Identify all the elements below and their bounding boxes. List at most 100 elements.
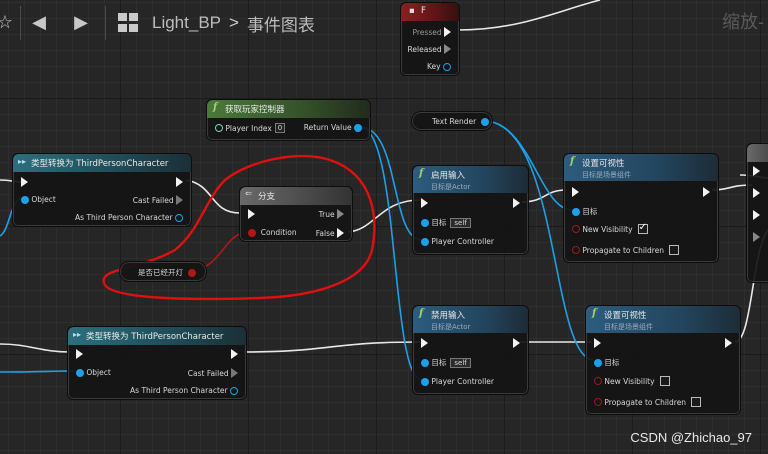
exec-pin-icon[interactable] [572,187,579,197]
get-player-controller-node[interactable]: f 获取玩家控制器 Player Index 0 Return Value [206,99,371,141]
bool-pin-icon[interactable] [594,398,602,406]
new-visibility-checkbox[interactable] [637,222,648,234]
exec-in-pin[interactable] [76,349,83,359]
int-pin-icon[interactable] [215,124,223,132]
exec-in-pin[interactable] [421,198,428,208]
bool-pin-icon[interactable] [248,228,256,237]
object-pin[interactable]: Object [76,368,111,377]
exec-in-pin[interactable] [753,210,760,220]
exec-in-pin[interactable] [572,187,579,197]
propagate-pin[interactable]: Propagate to Children [572,245,680,255]
branch-node[interactable]: ⇐ 分支 True Condition False [239,186,353,242]
exec-pin-icon[interactable] [753,188,760,198]
bool-pin-icon[interactable] [187,268,196,277]
exec-pin-icon[interactable] [753,210,760,220]
enable-input-node[interactable]: f 启用输入 目标是Actor 目标 self Player Controller [412,165,529,255]
arrow-left-icon[interactable]: ◀ [24,8,54,38]
exec-pin-icon[interactable] [753,232,760,242]
exec-out-pin[interactable] [513,198,520,208]
exec-pin-icon[interactable] [76,349,83,359]
exec-pin-icon[interactable] [513,338,520,348]
target-pin[interactable]: 目标 [594,357,619,368]
player-controller-pin[interactable]: Player Controller [421,237,494,246]
exec-pin-icon[interactable] [444,27,451,37]
new-visibility-pin[interactable]: New Visibility [594,376,670,386]
exec-pin-icon[interactable] [703,187,710,197]
self-input[interactable]: self [450,217,471,228]
exec-pin-icon[interactable] [594,338,601,348]
blueprint-graph-canvas[interactable]: ☆ ◀ ▶ Light_BP > 事件图表 缩放- ▪ F Pressed Re… [0,0,768,454]
target-pin[interactable]: 目标 [572,206,597,217]
player-index-pin[interactable]: Player Index 0 [215,123,286,133]
star-icon[interactable]: ☆ [0,8,20,38]
self-input[interactable]: self [450,357,471,368]
exec-out-pin[interactable] [725,338,732,348]
object-pin-icon[interactable] [421,237,429,246]
exec-pin-icon[interactable] [444,44,451,54]
exec-pin-icon[interactable] [176,195,183,205]
object-pin-icon[interactable] [230,386,238,395]
bool-pin-icon[interactable] [594,377,602,385]
exec-pin-icon[interactable] [231,349,238,359]
exec-pin-icon[interactable] [176,177,183,187]
exec-in-pin[interactable] [753,188,760,198]
cast-to-third-person-node-1[interactable]: ▸▸ 类型转换为 ThirdPersonCharacter Object Cas… [12,153,192,227]
object-pin-icon[interactable] [594,358,602,367]
exec-out-pin[interactable] [703,187,710,197]
released-pin[interactable]: Released [408,44,451,54]
as-character-pin[interactable]: As Third Person Character [75,213,183,222]
object-pin-icon[interactable] [421,377,429,386]
exec-pin-icon[interactable] [337,228,344,238]
object-pin-icon[interactable] [421,358,429,367]
object-pin-icon[interactable] [76,368,84,377]
bool-pin-icon[interactable] [572,246,580,254]
object-pin[interactable]: Object [21,195,56,204]
exec-pin-icon[interactable] [513,198,520,208]
object-pin-icon[interactable] [354,123,362,132]
pressed-pin[interactable]: Pressed [412,27,451,37]
exec-out-pin[interactable] [231,349,238,359]
set-visibility-node-2[interactable]: f 设置可视性 目标是场景组件 目标 New Visibility Propag… [585,305,741,415]
new-visibility-checkbox[interactable] [659,376,670,386]
exec-pin-icon[interactable] [421,338,428,348]
struct-pin-icon[interactable] [443,62,451,71]
text-render-variable-node[interactable]: Text Render [411,111,493,131]
exec-pin-icon[interactable] [753,166,760,176]
exec-pin-icon[interactable] [421,198,428,208]
exec-in-pin[interactable] [21,177,28,187]
bool-pin-icon[interactable] [572,225,580,233]
propagate-checkbox[interactable] [669,245,680,255]
exec-in-pin[interactable] [421,338,428,348]
set-visibility-node-1[interactable]: f 设置可视性 目标是场景组件 目标 New Visibility Propag… [563,153,719,263]
true-pin[interactable]: True [319,209,344,219]
is-light-on-variable-node[interactable]: 是否已经开灯 [119,261,207,282]
exec-pin-icon[interactable] [248,209,255,219]
propagate-pin[interactable]: Propagate to Children [594,397,702,407]
exec-in-pin[interactable] [753,166,760,176]
propagate-checkbox[interactable] [691,397,702,407]
object-pin-icon[interactable] [572,207,580,216]
new-visibility-pin[interactable]: New Visibility [572,222,648,234]
object-pin-icon[interactable] [481,117,490,126]
exec-pin-icon[interactable] [725,338,732,348]
false-pin[interactable]: False [316,228,344,238]
target-pin[interactable]: 目标 self [421,217,471,228]
key-f-event-node[interactable]: ▪ F Pressed Released Key [400,2,460,76]
offscreen-node[interactable] [746,143,768,283]
as-character-pin[interactable]: As Third Person Character [130,386,238,395]
cast-to-third-person-node-2[interactable]: ▸▸ 类型转换为 ThirdPersonCharacter Object Cas… [67,326,247,400]
exec-out-pin[interactable] [176,177,183,187]
key-pin[interactable]: Key [427,62,451,71]
text-render-pin[interactable]: Text Render [432,117,490,126]
target-pin[interactable]: 目标 self [421,357,471,368]
exec-in-pin[interactable] [753,232,760,242]
cast-failed-pin[interactable]: Cast Failed [133,195,183,205]
breadcrumb-blueprint[interactable]: Light_BP [152,13,221,33]
exec-in-pin[interactable] [594,338,601,348]
is-light-on-pin[interactable]: 是否已经开灯 [138,267,196,278]
object-pin-icon[interactable] [421,218,429,227]
cast-failed-pin[interactable]: Cast Failed [188,368,238,378]
arrow-right-icon[interactable]: ▶ [66,8,96,38]
player-index-input[interactable]: 0 [274,123,286,133]
player-controller-pin[interactable]: Player Controller [421,377,494,386]
